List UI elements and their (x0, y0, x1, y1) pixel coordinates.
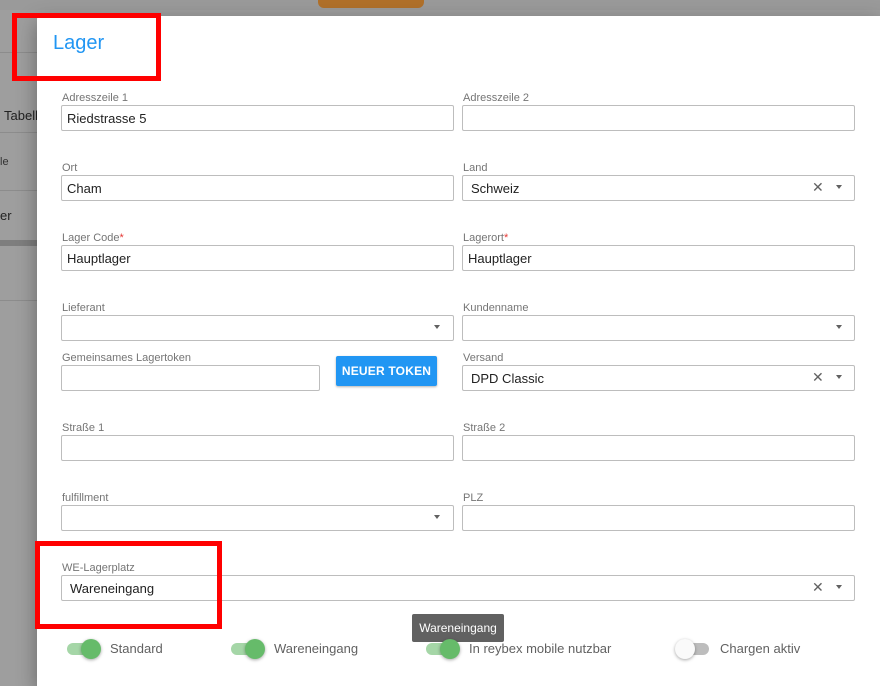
background-divider (0, 132, 37, 133)
background-divider (0, 300, 37, 301)
ort-input[interactable]: Cham (61, 175, 454, 201)
background-accent-bar (318, 0, 424, 8)
kundenname-select[interactable] (462, 315, 855, 341)
chevron-down-icon[interactable] (434, 325, 440, 329)
ort-value: Cham (67, 181, 102, 196)
strasse2-input[interactable] (462, 435, 855, 461)
toggle-knob[interactable] (245, 639, 265, 659)
plz-field: PLZ (462, 492, 855, 534)
lager-code-input[interactable]: Hauptlager (61, 245, 454, 271)
toggle-label: Chargen aktiv (720, 641, 801, 656)
lager-code-label: Lager Code* (62, 232, 124, 244)
ort-label: Ort (62, 162, 78, 174)
versand-label: Versand (463, 352, 504, 364)
land-label: Land (463, 162, 488, 174)
lieferant-select[interactable] (61, 315, 454, 341)
lagerort-label: Lagerort* (463, 232, 508, 244)
required-marker: * (503, 232, 509, 244)
fulfillment-field: fulfillment (61, 492, 454, 534)
chevron-down-icon[interactable] (434, 515, 440, 519)
strasse2-label: Straße 2 (463, 422, 506, 434)
land-field: Land Schweiz ✕ (462, 162, 855, 204)
adresszeile1-field: Adresszeile 1 Riedstrasse 5 (61, 92, 454, 134)
fulfillment-select[interactable] (61, 505, 454, 531)
toggle-knob[interactable] (675, 639, 695, 659)
background-tab-label: Tabell (4, 108, 38, 123)
lagertoken-label: Gemeinsames Lagertoken (62, 352, 192, 364)
strasse1-label: Straße 1 (62, 422, 105, 434)
strasse2-field: Straße 2 (462, 422, 855, 464)
plz-label: PLZ (463, 492, 484, 504)
kundenname-field: Kundenname (462, 302, 855, 344)
required-marker: * (119, 232, 124, 244)
background-row-text: le (0, 156, 9, 168)
lager-code-value: Hauptlager (67, 251, 131, 266)
chevron-down-icon[interactable] (836, 185, 842, 189)
chevron-down-icon[interactable] (836, 375, 842, 379)
tooltip: Wareneingang (412, 614, 504, 642)
toggle-label: In reybex mobile nutzbar (469, 641, 612, 656)
ort-field: Ort Cham (61, 162, 454, 204)
new-token-button[interactable]: NEUER TOKEN (336, 356, 437, 386)
lagerort-field: Lagerort* Hauptlager (462, 232, 855, 274)
adresszeile2-label: Adresszeile 2 (463, 92, 530, 104)
chevron-down-icon[interactable] (836, 585, 842, 589)
versand-select[interactable]: DPD Classic ✕ (462, 365, 855, 391)
strasse1-field: Straße 1 (61, 422, 454, 464)
versand-field: Versand DPD Classic ✕ (462, 352, 855, 394)
plz-input[interactable] (462, 505, 855, 531)
highlight-box-we-lagerplatz (35, 541, 222, 629)
toggle-knob[interactable] (440, 639, 460, 659)
lagerort-label-text: Lagerort (463, 232, 504, 244)
land-select[interactable]: Schweiz ✕ (462, 175, 855, 201)
highlight-box-title (12, 13, 161, 81)
kundenname-label: Kundenname (463, 302, 529, 314)
lagerort-input[interactable]: Hauptlager (462, 245, 855, 271)
lieferant-field: Lieferant (61, 302, 454, 344)
adresszeile1-value: Riedstrasse 5 (67, 111, 147, 126)
lagertoken-field: Gemeinsames Lagertoken (61, 352, 320, 394)
background-topbar (0, 0, 880, 10)
lagertoken-input[interactable] (61, 365, 320, 391)
clear-icon[interactable]: ✕ (812, 579, 824, 596)
clear-icon[interactable]: ✕ (812, 179, 824, 196)
adresszeile1-input[interactable]: Riedstrasse 5 (61, 105, 454, 131)
lager-code-field: Lager Code* Hauptlager (61, 232, 454, 274)
lieferant-label: Lieferant (62, 302, 105, 314)
fulfillment-label: fulfillment (62, 492, 109, 504)
background-divider (0, 190, 37, 191)
versand-value: DPD Classic (471, 371, 544, 386)
adresszeile2-field: Adresszeile 2 (462, 92, 855, 134)
toggle-knob[interactable] (81, 639, 101, 659)
clear-icon[interactable]: ✕ (812, 369, 824, 386)
toggle-label: Standard (110, 641, 163, 656)
lager-code-label-text: Lager Code (62, 232, 120, 244)
lagerort-value: Hauptlager (468, 251, 532, 266)
strasse1-input[interactable] (61, 435, 454, 461)
chevron-down-icon[interactable] (836, 325, 842, 329)
background-row-text: er (0, 208, 12, 223)
adresszeile2-input[interactable] (462, 105, 855, 131)
toggle-label: Wareneingang (274, 641, 359, 656)
land-value: Schweiz (471, 181, 520, 196)
adresszeile1-label: Adresszeile 1 (62, 92, 129, 104)
background-block (0, 240, 37, 246)
